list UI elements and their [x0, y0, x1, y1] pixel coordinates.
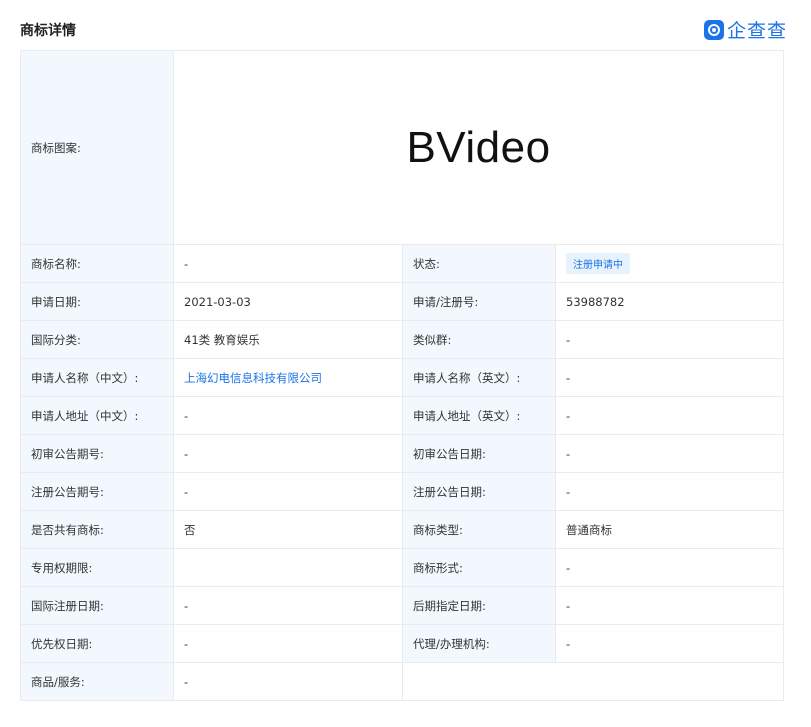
field-label: 申请人地址（英文）: — [402, 396, 556, 435]
field-value: - — [173, 472, 403, 511]
trademark-logo-text: BVideo — [406, 122, 551, 172]
table-row: 是否共有商标: 否 商标类型: 普通商标 — [20, 510, 784, 549]
field-value: - — [555, 396, 784, 435]
applicant-cell: 上海幻电信息科技有限公司 — [173, 358, 403, 397]
table-row: 优先权日期: - 代理/办理机构: - — [20, 624, 784, 663]
table-row: 申请日期: 2021-03-03 申请/注册号: 53988782 — [20, 282, 784, 321]
field-label: 初审公告日期: — [402, 434, 556, 473]
logo-row: 商标图案: BVideo — [20, 50, 784, 245]
field-value: 53988782 — [555, 282, 784, 321]
field-label: 初审公告期号: — [20, 434, 174, 473]
field-label: 申请人名称（英文）: — [402, 358, 556, 397]
table-row: 商标名称: - 状态: 注册申请中 — [20, 244, 784, 283]
field-label: 注册公告日期: — [402, 472, 556, 511]
header: 商标详情 企查查 — [0, 0, 811, 50]
field-value: - — [555, 434, 784, 473]
field-label: 优先权日期: — [20, 624, 174, 663]
field-value: - — [555, 586, 784, 625]
field-label: 专用权期限: — [20, 548, 174, 587]
field-value: - — [173, 624, 403, 663]
field-value — [173, 548, 403, 587]
field-value: - — [555, 624, 784, 663]
goods-row: 商品/服务: - — [20, 662, 784, 701]
field-label: 注册公告期号: — [20, 472, 174, 511]
field-label: 商标形式: — [402, 548, 556, 587]
trademark-logo: BVideo — [173, 50, 784, 245]
table-row: 专用权期限: 商标形式: - — [20, 548, 784, 587]
applicant-name-link[interactable]: 上海幻电信息科技有限公司 — [184, 371, 322, 385]
field-label: 国际注册日期: — [20, 586, 174, 625]
qichacha-icon — [703, 19, 724, 40]
field-value: 2021-03-03 — [173, 282, 403, 321]
field-value: 41类 教育娱乐 — [173, 320, 403, 359]
field-value: - — [173, 586, 403, 625]
field-value: - — [173, 244, 403, 283]
field-value: - — [555, 472, 784, 511]
field-label: 是否共有商标: — [20, 510, 174, 549]
field-label: 申请人名称（中文）: — [20, 358, 174, 397]
field-label: 代理/办理机构: — [402, 624, 556, 663]
field-value: - — [555, 358, 784, 397]
field-label: 后期指定日期: — [402, 586, 556, 625]
field-value: - — [555, 548, 784, 587]
field-value: 否 — [173, 510, 403, 549]
field-value: - — [555, 320, 784, 359]
field-value: - — [173, 396, 403, 435]
table-row: 申请人地址（中文）: - 申请人地址（英文）: - — [20, 396, 784, 435]
field-label: 申请人地址（中文）: — [20, 396, 174, 435]
table-row: 初审公告期号: - 初审公告日期: - — [20, 434, 784, 473]
status-badge: 注册申请中 — [566, 253, 630, 274]
brand-name: 企查查 — [726, 20, 787, 42]
logo-label: 商标图案: — [20, 50, 174, 245]
qichacha-logo[interactable]: 企查查 — [703, 16, 787, 43]
field-label: 商标类型: — [402, 510, 556, 549]
field-label: 商标名称: — [20, 244, 174, 283]
field-value: 普通商标 — [555, 510, 784, 549]
field-label: 申请/注册号: — [402, 282, 556, 321]
empty-cell — [402, 662, 784, 701]
field-value: - — [173, 662, 403, 701]
trademark-detail-table: 商标图案: BVideo 商标名称: - 状态: 注册申请中 申请日期: 202… — [20, 50, 784, 701]
table-row: 注册公告期号: - 注册公告日期: - — [20, 472, 784, 511]
table-row: 国际分类: 41类 教育娱乐 类似群: - — [20, 320, 784, 359]
table-row: 国际注册日期: - 后期指定日期: - — [20, 586, 784, 625]
status-cell: 注册申请中 — [555, 244, 784, 283]
field-label: 商品/服务: — [20, 662, 174, 701]
field-label: 状态: — [402, 244, 556, 283]
field-label: 申请日期: — [20, 282, 174, 321]
field-label: 类似群: — [402, 320, 556, 359]
field-value: - — [173, 434, 403, 473]
field-label: 国际分类: — [20, 320, 174, 359]
page-title: 商标详情 — [20, 23, 76, 39]
table-row: 申请人名称（中文）: 上海幻电信息科技有限公司 申请人名称（英文）: - — [20, 358, 784, 397]
